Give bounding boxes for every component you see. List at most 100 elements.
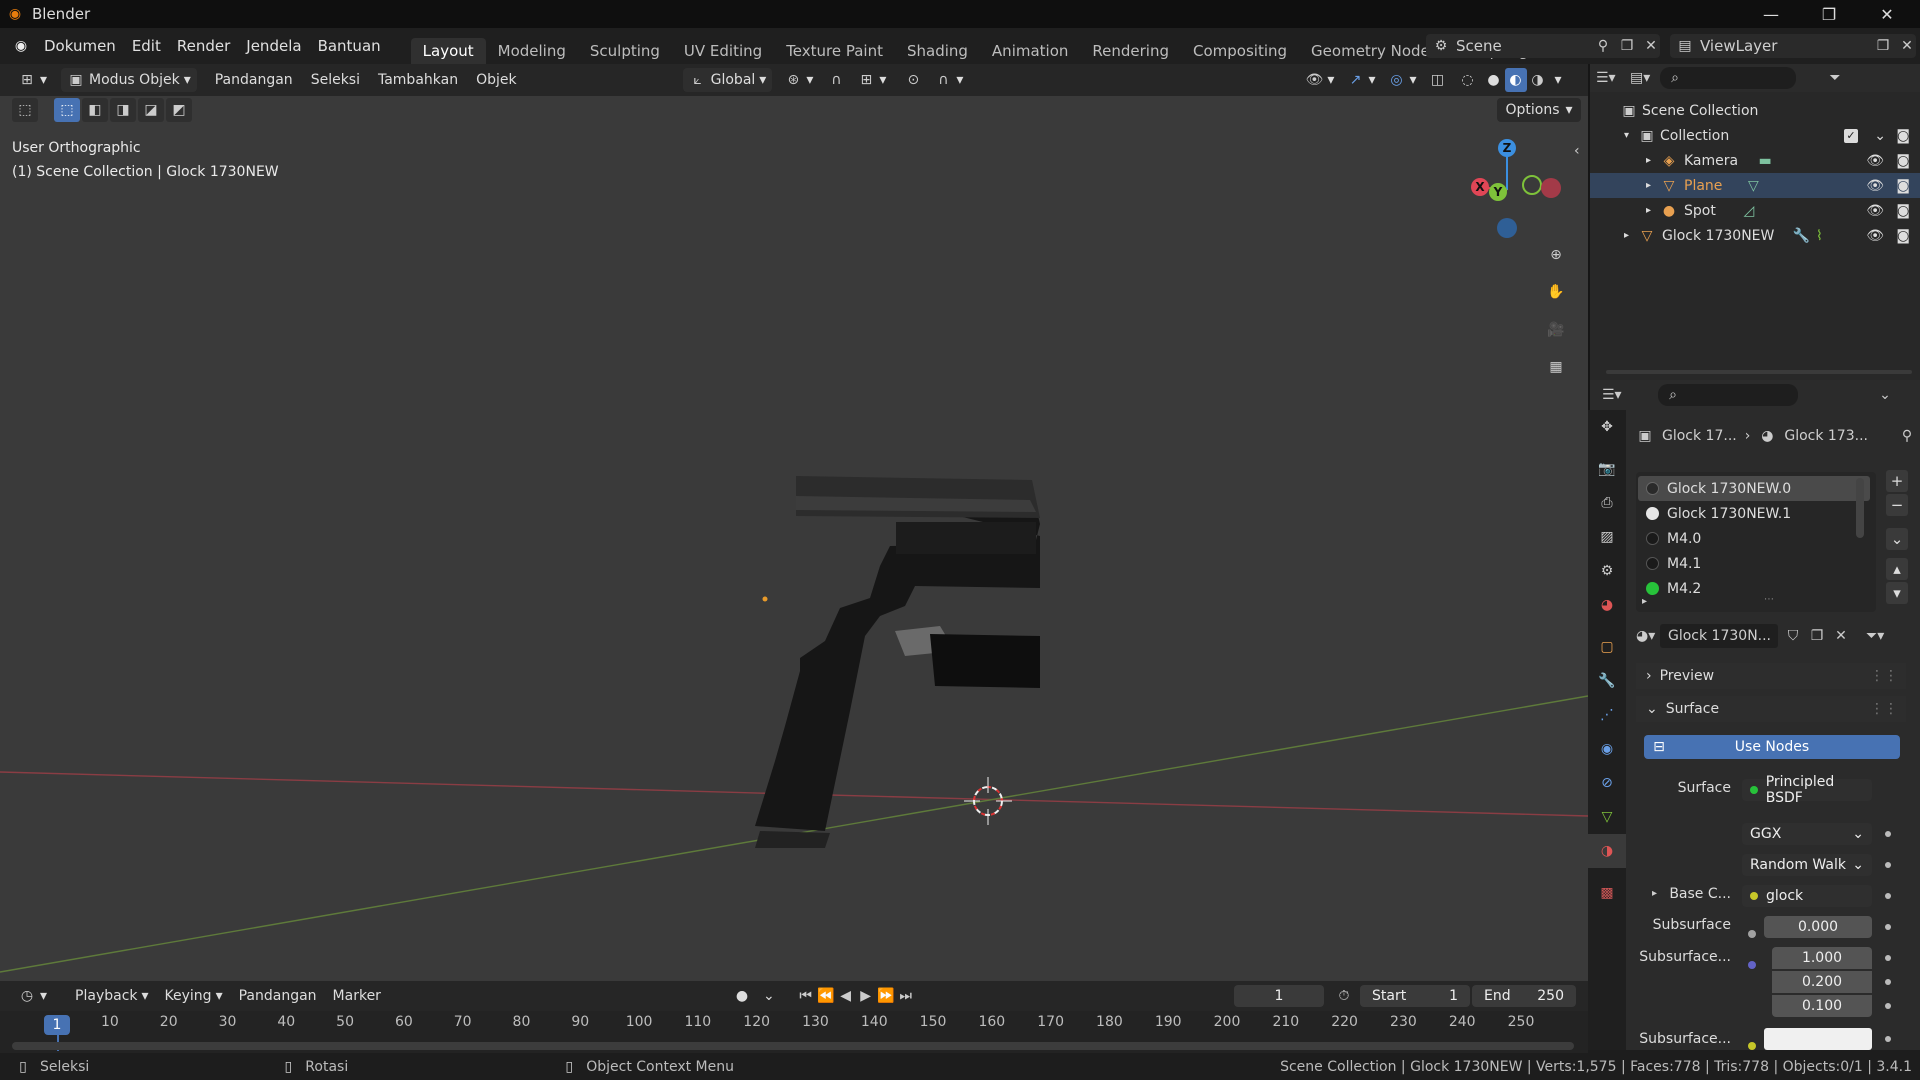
outliner-item-plane[interactable]: ▸ ▽ Plane ▽ 👁 ◙ <box>1590 173 1920 198</box>
shading-solid[interactable]: ● <box>1483 68 1505 92</box>
select-subtract-button[interactable]: ◨ <box>110 98 136 122</box>
tab-object[interactable]: ▢ <box>1588 630 1626 664</box>
timeline-view-menu[interactable]: Pandangan <box>233 984 323 1008</box>
visibility-dropdown[interactable]: 👁 ▾ <box>1299 68 1340 92</box>
expand-arrow-icon[interactable]: ▸ <box>1646 180 1660 191</box>
expand-arrow-icon[interactable]: ▸ <box>1652 888 1657 899</box>
menu-render[interactable]: Render <box>169 37 238 55</box>
xray-toggle[interactable]: ◫ <box>1423 68 1453 92</box>
surface-panel-header[interactable]: ⌄ Surface ⋮⋮ <box>1636 696 1906 722</box>
eye-icon[interactable]: 👁 <box>1866 178 1884 194</box>
playback-menu[interactable]: Playback ▾ <box>69 984 155 1008</box>
shading-rendered[interactable]: ◑ <box>1527 68 1549 92</box>
pin-icon[interactable]: ⚲ <box>1898 427 1916 445</box>
outliner-search-input[interactable]: ⌕ <box>1660 67 1796 89</box>
tab-constraints[interactable]: ⊘ <box>1588 766 1626 800</box>
subsurface-value-field[interactable]: 0.000 <box>1764 916 1872 938</box>
tab-data[interactable]: ▽ <box>1588 800 1626 834</box>
tab-tool[interactable]: ✥ <box>1588 410 1626 444</box>
menu-edit[interactable]: Edit <box>124 37 169 55</box>
start-frame-field[interactable]: Start 1 <box>1360 985 1470 1007</box>
base-color-field[interactable]: glock <box>1742 885 1872 907</box>
move-slot-up-button[interactable]: ▴ <box>1886 558 1908 580</box>
mode-dropdown[interactable]: ▣ Modus Objek ▾ <box>61 68 197 92</box>
material-slot[interactable]: M4.1 <box>1638 551 1870 576</box>
tab-scene[interactable]: ⚙ <box>1588 554 1626 588</box>
add-material-slot-button[interactable]: + <box>1886 470 1908 492</box>
menu-tambahkan[interactable]: Tambahkan <box>372 68 464 92</box>
material-slot[interactable]: Glock 1730NEW.0 <box>1638 476 1870 501</box>
distribution-dropdown[interactable]: GGX ⌄ <box>1742 823 1872 845</box>
shading-dropdown[interactable]: ▾ <box>1549 68 1568 92</box>
tab-layout[interactable]: Layout <box>410 38 486 64</box>
outliner-scene-collection[interactable]: ▣ Scene Collection <box>1590 98 1920 123</box>
timeline-editor-type-button[interactable]: ◷ ▾ <box>12 984 53 1008</box>
material-list-scrollbar[interactable] <box>1856 478 1864 538</box>
menu-seleksi[interactable]: Seleksi <box>305 68 366 92</box>
unlink-material-icon[interactable]: ✕ <box>1832 627 1850 645</box>
overlay-toggle[interactable]: ◎ ▾ <box>1381 68 1422 92</box>
minimize-button[interactable]: — <box>1742 0 1800 28</box>
keyframe-dot-icon[interactable] <box>1885 955 1891 961</box>
camera-render-icon[interactable]: ◙ <box>1896 228 1910 244</box>
surface-shader-field[interactable]: Principled BSDF <box>1742 774 1872 806</box>
camera-data-icon[interactable]: ▬ <box>1756 152 1774 170</box>
current-frame-field[interactable]: 1 <box>1234 985 1324 1007</box>
subsurface-radius-z[interactable]: 0.100 <box>1772 995 1872 1017</box>
light-data-icon[interactable]: ◿ <box>1740 202 1758 220</box>
delete-viewlayer-icon[interactable]: ✕ <box>1898 37 1916 55</box>
ortho-toggle-button[interactable]: ▦ <box>1541 352 1571 382</box>
material-slot[interactable]: M4.2 <box>1638 576 1870 601</box>
drag-handle-icon[interactable]: ⋮⋮ <box>1870 701 1898 717</box>
scene-selector[interactable]: ⚙ Scene ⚲ ❐ ✕ <box>1426 34 1660 58</box>
subsurface-radius-y[interactable]: 0.200 <box>1772 971 1872 993</box>
select-new-button[interactable]: ⬚ <box>54 98 80 122</box>
eye-icon[interactable]: 👁 <box>1866 228 1884 244</box>
timeline-track[interactable]: 1102030405060708090100110120130140150160… <box>0 1011 1588 1053</box>
next-keyframe-icon[interactable]: ⏩ <box>877 987 895 1005</box>
tab-particles[interactable]: ⋰ <box>1588 698 1626 732</box>
falloff-dropdown[interactable]: ∩ ▾ <box>928 68 969 92</box>
keying-menu[interactable]: Keying ▾ <box>159 984 229 1008</box>
tab-rendering[interactable]: Rendering <box>1080 38 1181 64</box>
tab-material[interactable]: ◑ <box>1588 834 1626 868</box>
playhead[interactable]: 1 <box>44 1015 70 1035</box>
use-nodes-button[interactable]: ⊟ Use Nodes <box>1644 735 1900 759</box>
tab-texture[interactable]: ▩ <box>1588 876 1626 910</box>
properties-editor-icon[interactable]: ☰▾ <box>1602 386 1622 404</box>
outliner-item-spot[interactable]: ▸ ● Spot ◿ 👁 ◙ <box>1590 198 1920 223</box>
zoom-button[interactable]: ⊕ <box>1541 240 1571 270</box>
tab-world[interactable]: ◕ <box>1588 588 1626 622</box>
keying-set-dropdown[interactable]: ⌄ <box>757 984 781 1008</box>
subsurface-radius-x[interactable]: 1.000 <box>1772 947 1872 969</box>
expand-arrow-icon[interactable]: ▸ <box>1646 205 1660 216</box>
material-slot[interactable]: M4.0 <box>1638 526 1870 551</box>
restore-button[interactable]: ❐ <box>1800 0 1858 28</box>
move-slot-down-button[interactable]: ▾ <box>1886 582 1908 604</box>
tab-sculpting[interactable]: Sculpting <box>578 38 672 64</box>
camera-render-icon[interactable]: ◙ <box>1896 128 1910 144</box>
properties-search-input[interactable]: ⌕ <box>1658 384 1798 406</box>
node-tree-filter-icon[interactable]: ⏷▾ <box>1866 627 1884 645</box>
outliner-item-glock[interactable]: ▸ ▽ Glock 1730NEW 🔧 ⌇ 👁 ◙ <box>1590 223 1920 248</box>
prev-keyframe-icon[interactable]: ⏪ <box>817 987 835 1005</box>
select-extend-button[interactable]: ◧ <box>82 98 108 122</box>
outliner-scrollbar[interactable] <box>1606 370 1912 374</box>
keyframe-dot-icon[interactable] <box>1885 924 1891 930</box>
editor-type-button[interactable]: ⊞ ▾ <box>12 68 53 92</box>
camera-view-button[interactable]: 🎥 <box>1541 315 1571 345</box>
viewlayer-selector[interactable]: ▤ ViewLayer ❐ ✕ <box>1670 34 1916 58</box>
pivot-dropdown[interactable]: ⊛ ▾ <box>778 68 819 92</box>
3d-viewport[interactable] <box>0 96 1588 981</box>
material-name-field[interactable]: Glock 1730N... <box>1660 624 1778 648</box>
shading-wireframe[interactable]: ◌ <box>1453 68 1483 92</box>
play-icon[interactable]: ▶ <box>857 987 875 1005</box>
sidebar-toggle-arrow[interactable]: ‹ <box>1574 143 1580 159</box>
navigation-gizmo[interactable]: Z X Y <box>1470 135 1570 245</box>
new-scene-icon[interactable]: ❐ <box>1618 37 1636 55</box>
timeline-scrollbar[interactable] <box>12 1042 1574 1050</box>
stopwatch-icon[interactable]: ⏱ <box>1335 987 1353 1005</box>
tab-uv-editing[interactable]: UV Editing <box>672 38 774 64</box>
gizmo-x-axis[interactable]: X <box>1471 178 1489 196</box>
tab-modeling[interactable]: Modeling <box>486 38 578 64</box>
